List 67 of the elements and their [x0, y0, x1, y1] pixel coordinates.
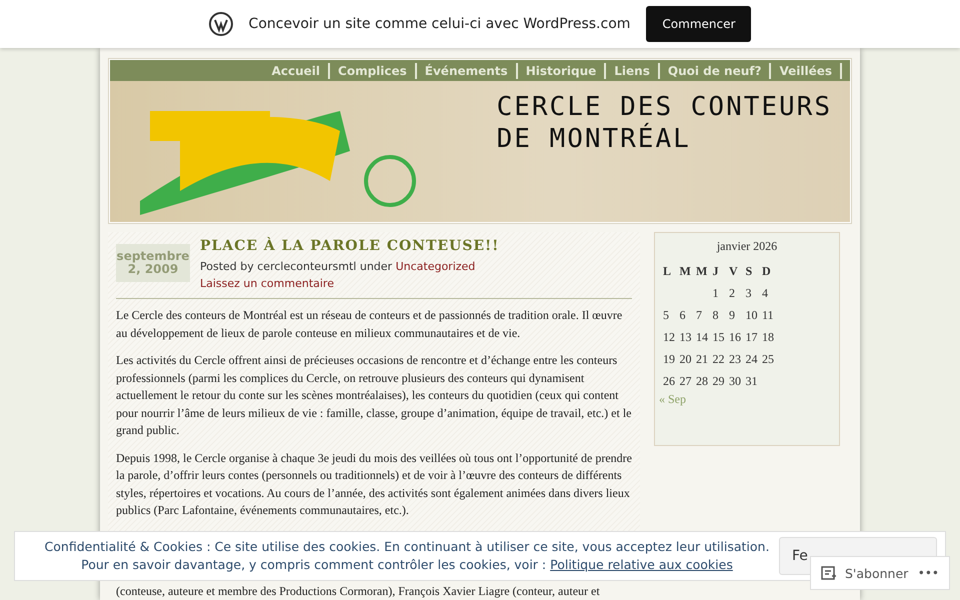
previous-month-link[interactable]: « Sep: [659, 392, 835, 407]
weekday-header: S: [746, 263, 754, 280]
calendar-caption: janvier 2026: [716, 239, 778, 254]
calendar-day: 16: [729, 326, 746, 348]
calendar-day: 1: [712, 282, 729, 304]
post-paragraph: (conteuse, auteure et membre des Productions Cormoran), François Xavier Liagre (conteur, auteur et: [116, 584, 600, 598]
weekday-header: J: [712, 263, 720, 280]
calendar-day: 24: [746, 348, 762, 370]
calendar-day: 12: [663, 326, 680, 348]
post-date: septembre 2, 2009: [116, 244, 190, 282]
nav-link[interactable]: Liens: [606, 62, 660, 78]
calendar-day: 13: [680, 326, 696, 348]
calendar-day: 8: [712, 304, 729, 326]
calendar-day: 3: [746, 282, 762, 304]
nav-link[interactable]: Historique: [518, 62, 606, 78]
calendar-day: 21: [696, 348, 712, 370]
weekday-header: M: [680, 263, 692, 280]
banner-title: DE MONTRÉAL: [496, 123, 692, 155]
calendar-day: 27: [680, 370, 696, 392]
calendar-day: 31: [746, 370, 762, 392]
calendar-day: 20: [680, 348, 696, 370]
calendar-day: 11: [762, 304, 778, 326]
cookie-policy-link[interactable]: Politique relative aux cookies: [550, 557, 733, 572]
calendar-day: 30: [729, 370, 746, 392]
category-link[interactable]: Uncategorized: [396, 260, 476, 273]
calendar-day: 19: [663, 348, 680, 370]
post-title: PLACE À LA PAROLE CONTEUSE!!: [200, 238, 500, 254]
reader-icon: [821, 565, 837, 581]
promo-text: Concevoir un site comme celui-ci avec WordPress.com: [248, 16, 630, 32]
calendar-day: 7: [696, 304, 712, 326]
calendar-day: 28: [696, 370, 712, 392]
weekday-header: L: [663, 263, 672, 280]
banner-title: CERCLE DES CONTEURS: [496, 91, 832, 122]
subscribe-button[interactable]: S'abonner: [821, 565, 908, 581]
cookie-text: Pour en savoir davantage, y compris comment contrôler les cookies, voir :: [81, 557, 546, 572]
post-paragraph: Depuis 1998, le Cercle organise à chaque 3e jeudi du mois des veillées où tous ont l’opportunité de prendre la parole, d’offrir leurs contes (personnels ou traditionnels) et de voir à l’œuvre des conteurs de différents styles, répertoires et vocations. Au cours de l’année, des activités sont également animées dans divers lieux publics (Parc Lafontaine, événements communautaires, etc.).: [116, 450, 632, 519]
weekday-header: D: [762, 263, 772, 280]
calendar-day: 4: [762, 282, 778, 304]
nav-link[interactable]: Événements: [416, 62, 518, 78]
calendar-day: 25: [762, 348, 778, 370]
calendar-day: 6: [680, 304, 696, 326]
calendar-day: 2: [729, 282, 746, 304]
calendar-day: 29: [712, 370, 729, 392]
calendar-day: 5: [663, 304, 680, 326]
post-paragraph: Le Cercle des conteurs de Montréal est un réseau de conteurs et de passionnés de tradition orale. Il œuvre au développement de lieux de parole conteuse en milieux communautaires et de vie.: [116, 307, 624, 342]
wordpress-logo-icon: [208, 12, 233, 36]
more-button[interactable]: •••: [918, 566, 939, 580]
post-byline: Posted by cercleconteursmtl under: [200, 260, 392, 273]
calendar-day: 15: [712, 326, 729, 348]
calendar-day: 23: [729, 348, 746, 370]
calendar-day: 22: [712, 348, 729, 370]
nav-link[interactable]: Quoi de neuf?: [660, 62, 772, 78]
weekday-header: M: [696, 263, 708, 280]
calendar-day: 9: [729, 304, 746, 326]
calendar-day: 10: [746, 304, 762, 326]
post-paragraph: Les activités du Cercle offrent ainsi de précieuses occasions de rencontre et d’échange entre les conteurs professionnels (parmi les complices du Cercle, on retrouve plusieurs des conteurs qui dynamisent actuellement le retour du conte sur les scènes montréalaises), les conteurs du quotidien (ceux qui content pour nourrir l’âme de leurs milieux de vie : famille, classe, groupe d’animation, équipe de travail, etc.) et le grand public.: [116, 352, 632, 439]
calendar-day: 26: [663, 370, 680, 392]
cookie-text: Confidentialité & Cookies : Ce site utilise des cookies. En continuant à utiliser ce site, vous acceptez leur utilisation.: [44, 538, 770, 556]
nav-link[interactable]: Complices: [330, 62, 417, 78]
calendar-day: 17: [746, 326, 762, 348]
start-button[interactable]: Commencer: [646, 6, 752, 42]
comment-link[interactable]: Laissez un commentaire: [200, 277, 334, 290]
weekday-header: V: [729, 263, 739, 280]
calendar-day: 14: [696, 326, 712, 348]
calendar-day: 18: [762, 326, 778, 348]
nav-link[interactable]: Accueil: [264, 62, 330, 78]
nav-link[interactable]: Veillées: [771, 62, 842, 78]
